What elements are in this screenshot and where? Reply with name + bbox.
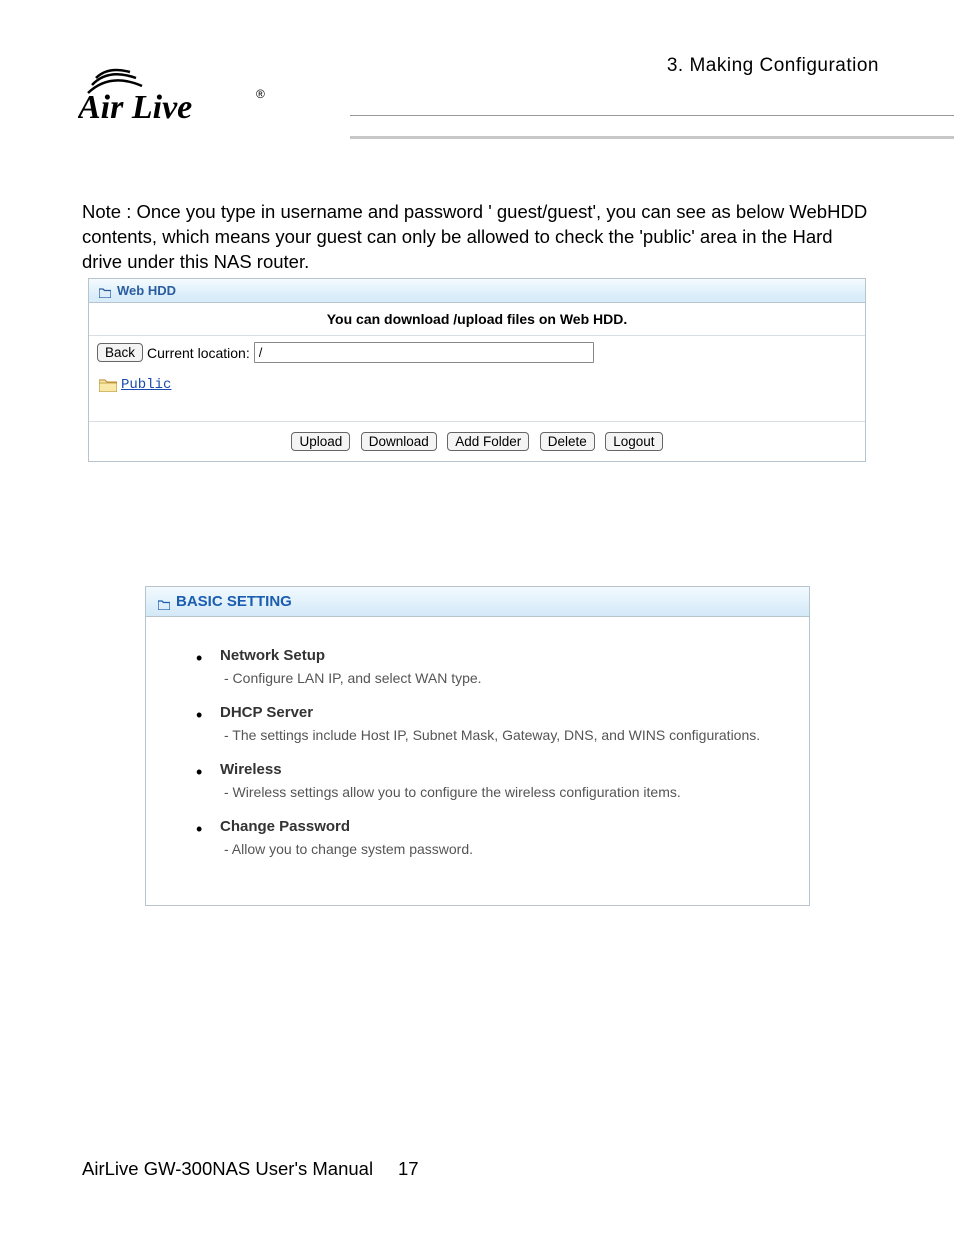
webhdd-panel: Web HDD You can download /upload files o… <box>88 278 866 462</box>
basic-setting-body: Network Setup - Configure LAN IP, and se… <box>146 617 809 905</box>
webhdd-message: You can download /upload files on Web HD… <box>89 303 865 336</box>
webhdd-header: Web HDD <box>89 279 865 303</box>
location-bar: Back Current location: <box>89 336 865 367</box>
item-title: Network Setup <box>220 647 789 664</box>
page-header: Air Live ® 3. Making Configuration <box>0 0 954 175</box>
list-item: Network Setup - Configure LAN IP, and se… <box>196 647 789 686</box>
list-item: DHCP Server - The settings include Host … <box>196 704 789 743</box>
item-desc: - Configure LAN IP, and select WAN type. <box>220 670 789 686</box>
manual-title: AirLive GW-300NAS User's Manual <box>82 1158 373 1180</box>
airlive-logo: Air Live ® <box>78 60 278 130</box>
list-item: Wireless - Wireless settings allow you t… <box>196 761 789 800</box>
folder-icon <box>99 378 117 392</box>
location-label: Current location: <box>147 345 250 361</box>
item-desc: - Wireless settings allow you to configu… <box>220 784 789 800</box>
folder-bullet-icon <box>158 597 170 607</box>
page-number: 17 <box>398 1158 419 1180</box>
basic-setting-title: BASIC SETTING <box>176 593 292 610</box>
svg-text:Air Live: Air Live <box>78 89 192 126</box>
item-desc: - The settings include Host IP, Subnet M… <box>220 727 789 743</box>
back-button[interactable]: Back <box>97 343 143 362</box>
chapter-title: 3. Making Configuration <box>667 55 879 77</box>
button-bar: Upload Download Add Folder Delete Logout <box>89 421 865 461</box>
basic-setting-panel: BASIC SETTING Network Setup - Configure … <box>145 586 810 906</box>
page-footer: AirLive GW-300NAS User's Manual 17 <box>82 1158 872 1180</box>
delete-button[interactable]: Delete <box>540 432 595 451</box>
location-input[interactable] <box>254 342 594 363</box>
webhdd-title: Web HDD <box>117 283 176 298</box>
item-title: Wireless <box>220 761 789 778</box>
logout-button[interactable]: Logout <box>605 432 662 451</box>
item-title: Change Password <box>220 818 789 835</box>
svg-text:®: ® <box>256 87 265 101</box>
basic-setting-header: BASIC SETTING <box>146 587 809 617</box>
folder-bullet-icon <box>99 286 111 296</box>
note-paragraph: Note : Once you type in username and pas… <box>82 200 872 275</box>
list-item: Change Password - Allow you to change sy… <box>196 818 789 857</box>
upload-button[interactable]: Upload <box>291 432 350 451</box>
folder-list: Public <box>89 367 865 421</box>
header-divider <box>350 115 954 139</box>
public-folder-link[interactable]: Public <box>121 377 171 393</box>
item-desc: - Allow you to change system password. <box>220 841 789 857</box>
item-title: DHCP Server <box>220 704 789 721</box>
download-button[interactable]: Download <box>361 432 437 451</box>
add-folder-button[interactable]: Add Folder <box>447 432 529 451</box>
